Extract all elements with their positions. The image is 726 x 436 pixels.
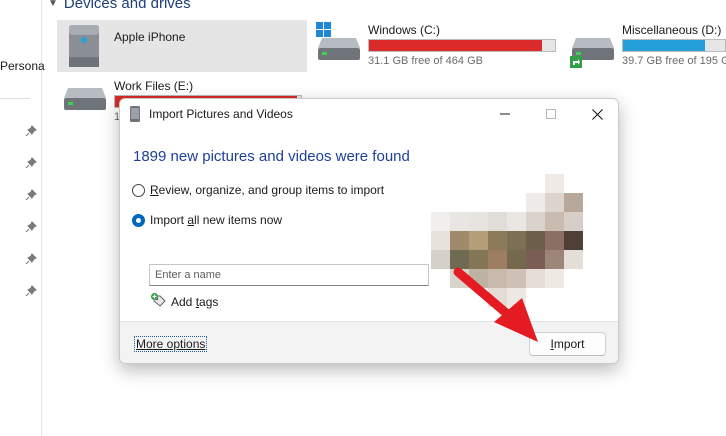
option-label: Review, organize, and group items to imp… bbox=[150, 183, 385, 197]
nav-item-personal[interactable]: Persona bbox=[0, 59, 45, 73]
option-import-all[interactable]: Import all new items now bbox=[132, 213, 282, 227]
option-review-organize[interactable]: Review, organize, and group items to imp… bbox=[132, 183, 384, 197]
pin-icon[interactable] bbox=[25, 125, 37, 137]
red-arrow-annotation bbox=[452, 266, 542, 351]
tag-icon bbox=[151, 293, 167, 310]
pin-icon[interactable] bbox=[25, 189, 37, 201]
close-button[interactable] bbox=[574, 99, 618, 129]
section-title: Devices and drives bbox=[63, 0, 191, 12]
drive-free-space: 39.7 GB free of 195 G bbox=[622, 55, 726, 67]
drive-usage-bar bbox=[622, 39, 726, 52]
drive-usage-fill bbox=[623, 40, 705, 51]
add-tags-link[interactable]: Add tags bbox=[151, 293, 218, 310]
drive-name[interactable]: Miscellaneous (D:) bbox=[622, 23, 721, 37]
radio-button[interactable] bbox=[132, 183, 145, 197]
phone-icon bbox=[130, 106, 140, 122]
dialog-footer: More options Import bbox=[120, 321, 618, 363]
dialog-titlebar[interactable]: Import Pictures and Videos bbox=[120, 99, 618, 129]
navigation-pane: Persona bbox=[0, 0, 45, 436]
import-dialog: Import Pictures and Videos 1899 new pict… bbox=[119, 98, 619, 364]
drive-icon bbox=[316, 36, 362, 67]
maximize-button[interactable] bbox=[528, 99, 574, 129]
drive-usage-bar bbox=[368, 39, 556, 52]
dialog-title: Import Pictures and Videos bbox=[149, 107, 293, 121]
drive-name[interactable]: Windows (C:) bbox=[368, 23, 440, 37]
phone-icon bbox=[67, 23, 101, 74]
more-options-link[interactable]: More options bbox=[134, 336, 208, 352]
pin-icon[interactable] bbox=[25, 221, 37, 233]
close-icon bbox=[591, 108, 603, 120]
name-input[interactable] bbox=[149, 264, 429, 286]
drive-name: Apple iPhone bbox=[114, 30, 186, 44]
dialog-body: 1899 new pictures and videos were found … bbox=[120, 129, 618, 321]
drive-icon bbox=[570, 36, 616, 75]
section-header-devices[interactable]: ▼ Devices and drives bbox=[48, 0, 191, 12]
drive-name[interactable]: Work Files (E:) bbox=[114, 79, 193, 93]
pin-icon[interactable] bbox=[25, 253, 37, 265]
drive-free-space: 31.1 GB free of 464 GB bbox=[368, 55, 483, 67]
drive-usage-fill bbox=[369, 40, 542, 51]
add-tags-label: Add tags bbox=[171, 294, 219, 309]
pin-icon[interactable] bbox=[25, 285, 37, 297]
radio-button[interactable] bbox=[132, 213, 145, 227]
drive-icon bbox=[62, 86, 108, 117]
chevron-down-icon: ▼ bbox=[48, 0, 58, 9]
pin-icon[interactable] bbox=[25, 157, 37, 169]
nav-divider bbox=[0, 98, 30, 99]
minimize-button[interactable] bbox=[482, 99, 528, 129]
option-label: Import all new items now bbox=[150, 213, 283, 227]
maximize-icon bbox=[546, 109, 556, 119]
minimize-icon bbox=[500, 113, 510, 115]
found-heading: 1899 new pictures and videos were found bbox=[133, 148, 410, 165]
